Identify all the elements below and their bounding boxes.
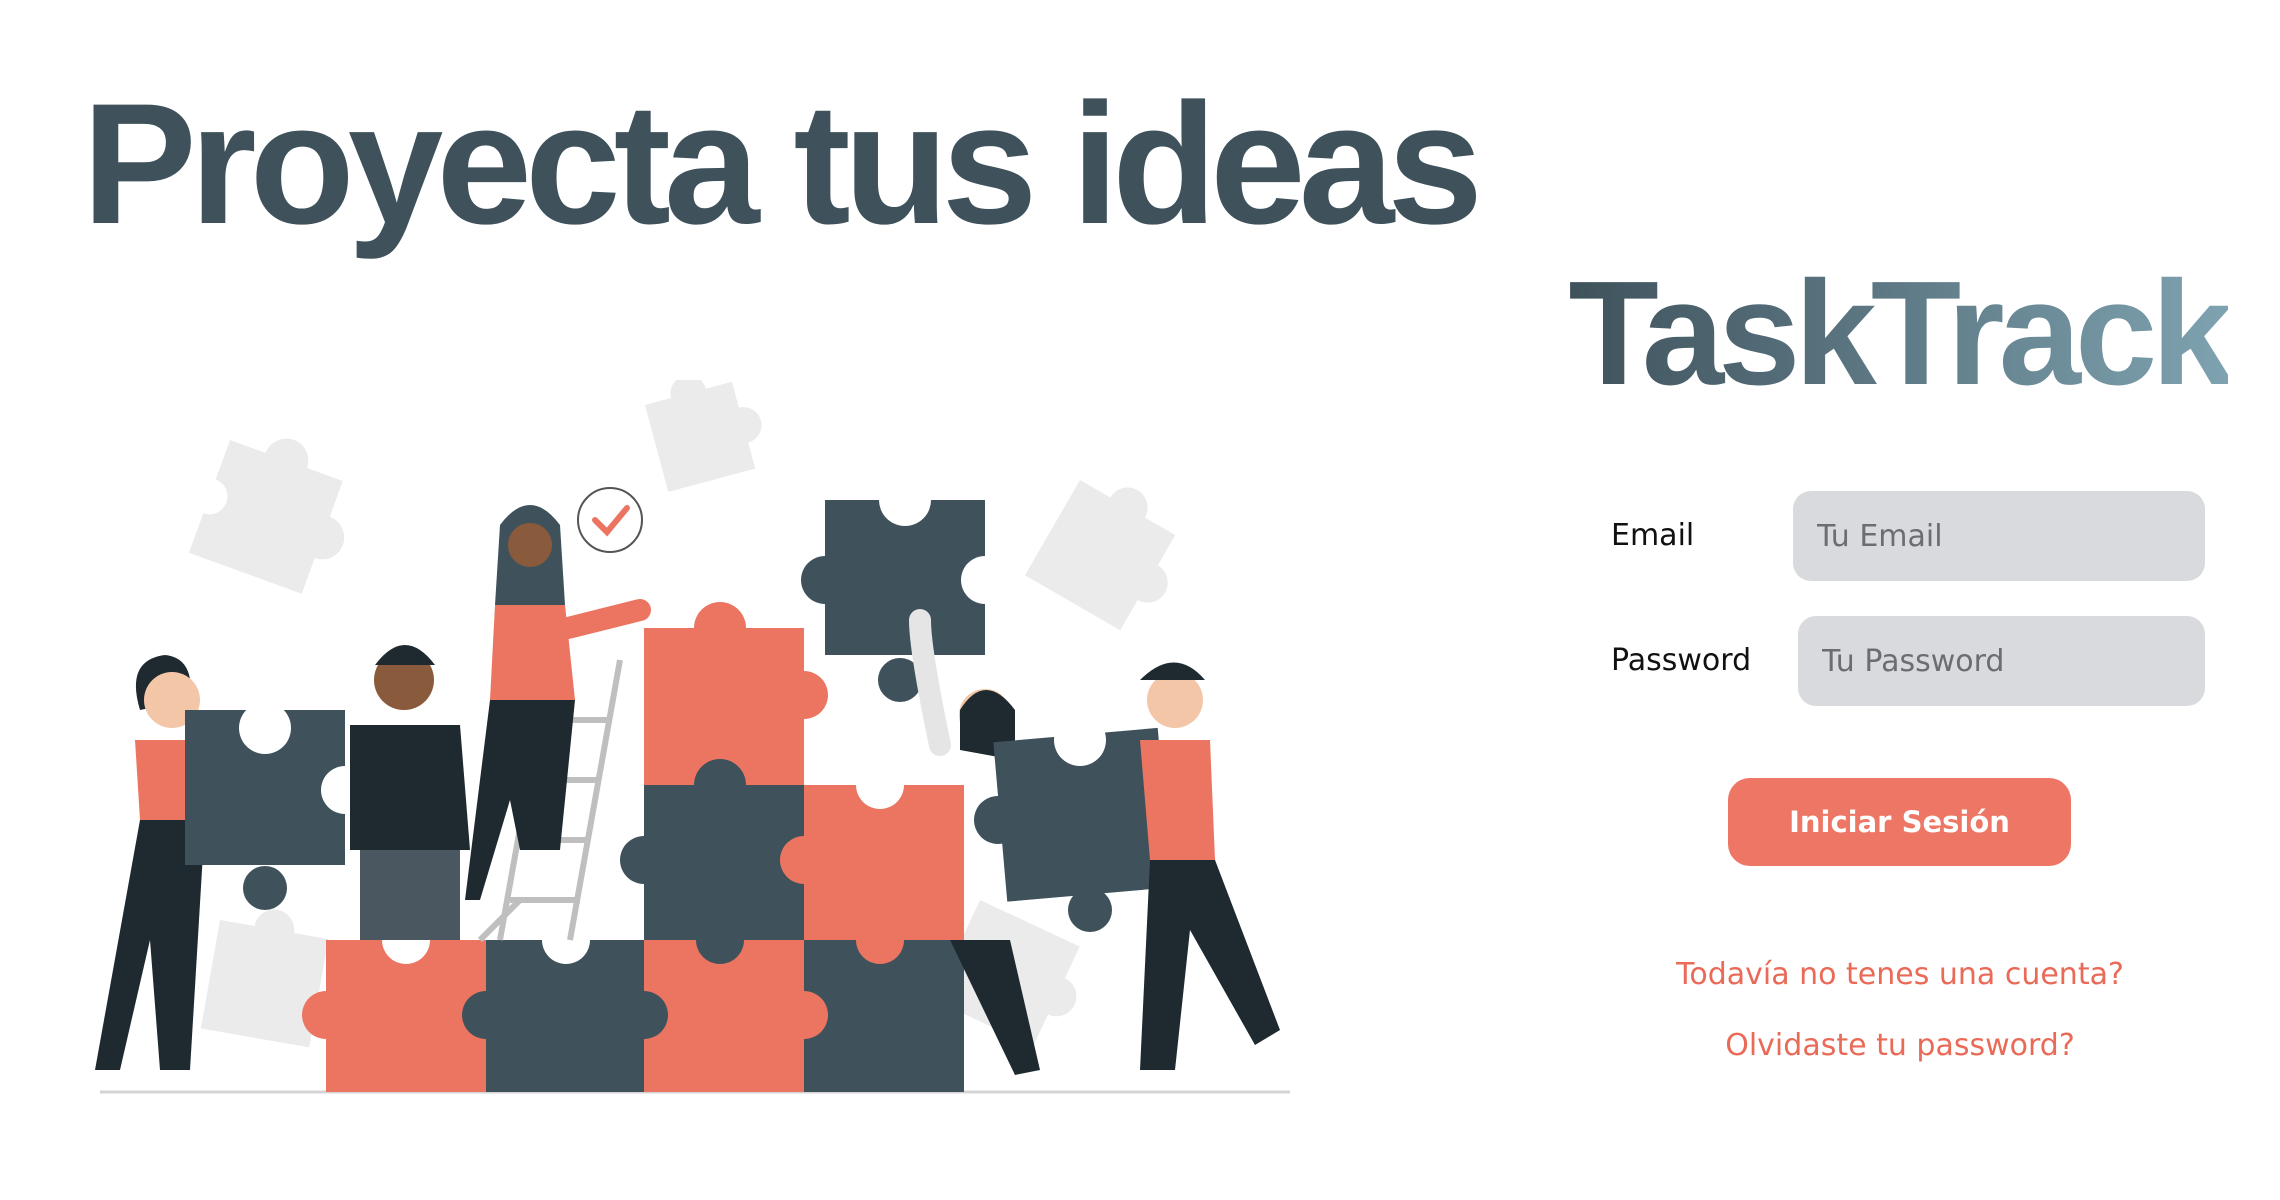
- person-center-man: [350, 645, 470, 940]
- email-label: Email: [1611, 518, 1695, 553]
- password-input[interactable]: [1798, 616, 2205, 706]
- password-label: Password: [1611, 643, 1752, 678]
- brand-name: TaskTrack: [1568, 272, 2228, 402]
- login-button[interactable]: Iniciar Sesión: [1728, 778, 2071, 866]
- hero-headline: Proyecta tus ideas: [82, 68, 1483, 260]
- signup-link[interactable]: Todavía no tenes una cuenta?: [1600, 960, 2200, 990]
- forgot-password-link[interactable]: Olvidaste tu password?: [1600, 1031, 2200, 1061]
- email-input[interactable]: [1793, 491, 2205, 581]
- login-page: Proyecta tus ideas TaskTrack Email Tu Em…: [0, 0, 2280, 1200]
- team-puzzle-illustration: [95, 380, 1290, 1094]
- lifted-puzzle-piece: [801, 474, 1009, 702]
- person-right-man: [1140, 662, 1280, 1070]
- brand-logo: TaskTrack: [1568, 272, 2228, 402]
